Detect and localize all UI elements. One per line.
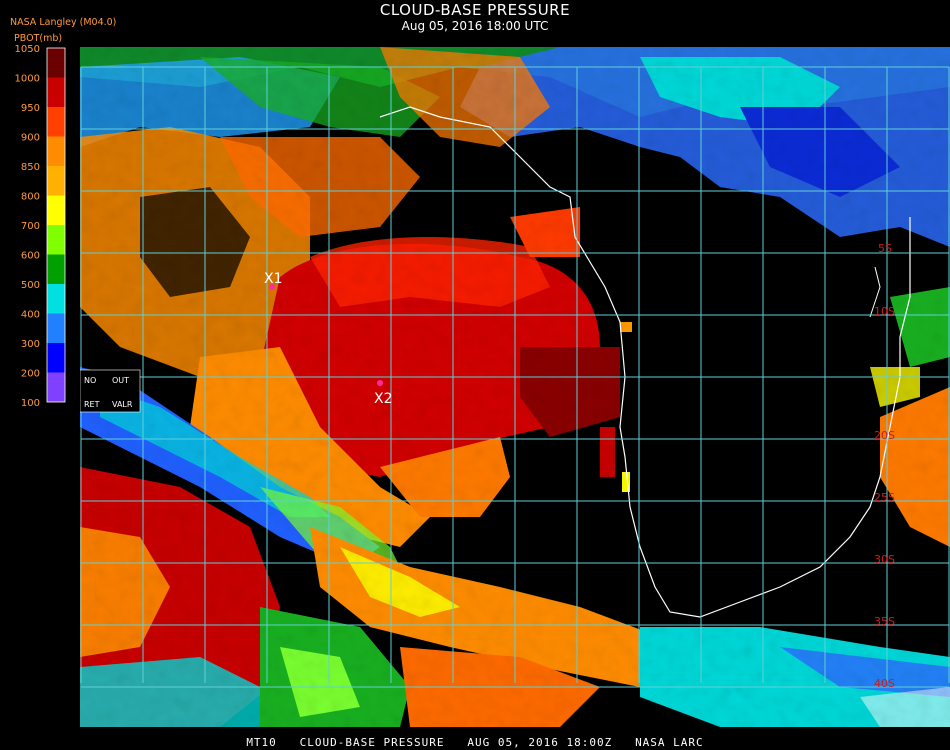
legend-label: 850 [21,162,40,173]
legend-label: 400 [21,310,40,321]
key-valr: VALR [112,400,133,409]
legend-swatch [47,284,65,314]
legend-label: 900 [21,133,40,144]
lat-label: 25S [874,491,895,504]
legend-swatch [47,313,65,343]
legend-label: 700 [21,221,40,232]
legend-label: 100 [21,398,40,409]
legend-labels: 1050 1000 950 900 850 800 700 600 500 400 300 200 10… [15,44,40,409]
legend-swatch [47,77,65,107]
legend-label: 950 [21,103,40,114]
key-ret: RET [84,400,100,409]
legend-swatch [47,225,65,255]
legend-swatch [47,372,65,402]
legend-label: 300 [21,339,40,350]
legend-label: 1050 [15,44,40,55]
legend-label: 200 [21,369,40,380]
legend-label: 1000 [15,74,40,85]
legend-label: 500 [21,280,40,291]
lat-label: 35S [874,615,895,628]
lat-label: 10S [874,305,895,318]
lat-label: 20S [874,429,895,442]
source-label: NASA Langley (M04.0) [10,17,117,28]
marker-label: X1 [264,271,283,287]
legend-swatch [47,166,65,196]
bottom-caption: MT10 CLOUD-BASE PRESSURE AUG 05, 2016 18… [246,736,704,749]
key-out: OUT [112,376,129,385]
legend-swatch [47,136,65,166]
legend-swatch [47,195,65,225]
legend-swatches [46,47,66,403]
lat-label: 5S [878,242,892,255]
legend-label: 600 [21,251,40,262]
lat-label: 30S [874,553,895,566]
timestamp: Aug 05, 2016 18:00 UTC [401,19,549,33]
legend-swatch [47,107,65,137]
legend-swatch [47,254,65,284]
flag-key: NO OUT RET VALR [80,369,141,413]
color-legend: 1050 1000 950 900 850 800 700 600 500 400 300 200 10… [15,44,66,409]
marker-label: X2 [374,391,393,407]
legend-label: 800 [21,192,40,203]
legend-swatch [47,48,65,78]
satellite-map: 5S 10S 20S 25S 30S 35S 40S X1 X2 NO OUT … [80,47,950,727]
page-title: CLOUD-BASE PRESSURE [379,1,571,19]
legend-swatch [47,343,65,373]
key-no: NO [84,376,96,385]
lat-label: 40S [874,677,895,690]
